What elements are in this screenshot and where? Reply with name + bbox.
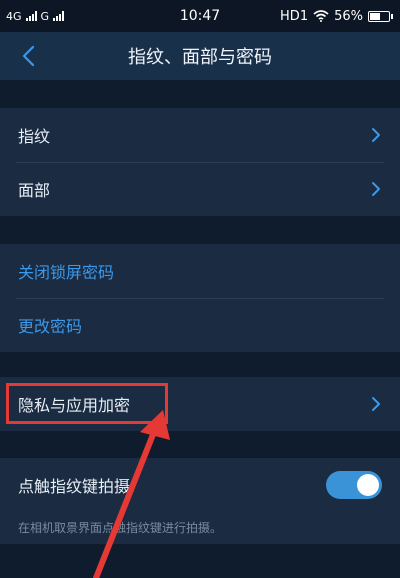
privacy-group: 隐私与应用加密 <box>0 377 400 431</box>
section-gap <box>0 352 400 377</box>
section-gap <box>0 431 400 458</box>
app-header: 指纹、面部与密码 <box>0 32 400 80</box>
status-bar: 4G G 10:47 HD1 56% <box>0 0 400 32</box>
toggle-knob <box>357 474 379 496</box>
fingerprint-row[interactable]: 指纹 <box>0 108 400 162</box>
biometrics-group: 指纹 面部 <box>0 108 400 216</box>
network2-label: G <box>40 9 50 23</box>
wifi-icon <box>313 10 329 22</box>
back-button[interactable] <box>14 42 42 70</box>
password-group: 关闭锁屏密码 更改密码 <box>0 244 400 352</box>
section-gap <box>0 216 400 244</box>
status-right: HD1 56% <box>280 8 393 24</box>
battery-icon <box>368 10 393 22</box>
touch-shoot-row: 点触指纹键拍摄 <box>0 458 400 512</box>
battery-percent: 56% <box>334 8 363 24</box>
fingerprint-label: 指纹 <box>18 127 51 146</box>
privacy-app-encryption-row[interactable]: 隐私与应用加密 <box>0 377 400 431</box>
battery-fill <box>370 12 380 20</box>
hd-label: HD1 <box>280 8 309 24</box>
chevron-right-icon <box>372 397 380 411</box>
change-password-row[interactable]: 更改密码 <box>0 298 400 352</box>
chevron-right-icon <box>372 128 380 142</box>
network-label: 4G <box>6 9 22 23</box>
change-password-label: 更改密码 <box>18 317 83 336</box>
signal2-icon <box>53 11 65 21</box>
page-title: 指纹、面部与密码 <box>128 47 272 68</box>
camera-group: 点触指纹键拍摄 在相机取景界面点触指纹键进行拍摄。 <box>0 458 400 544</box>
chevron-left-icon <box>22 45 35 67</box>
section-gap <box>0 544 400 578</box>
touch-shoot-label: 点触指纹键拍摄 <box>18 477 131 496</box>
section-gap <box>0 80 400 108</box>
touch-shoot-toggle[interactable] <box>326 471 382 499</box>
signal-group: 4G G <box>6 9 65 23</box>
touch-shoot-hint: 在相机取景界面点触指纹键进行拍摄。 <box>18 520 223 535</box>
disable-lock-password-label: 关闭锁屏密码 <box>18 263 115 282</box>
disable-lock-password-row[interactable]: 关闭锁屏密码 <box>0 244 400 298</box>
privacy-app-encryption-label: 隐私与应用加密 <box>18 396 131 415</box>
face-label: 面部 <box>18 181 51 200</box>
face-row[interactable]: 面部 <box>0 162 400 216</box>
chevron-right-icon <box>372 182 380 196</box>
signal-icon <box>25 11 37 21</box>
